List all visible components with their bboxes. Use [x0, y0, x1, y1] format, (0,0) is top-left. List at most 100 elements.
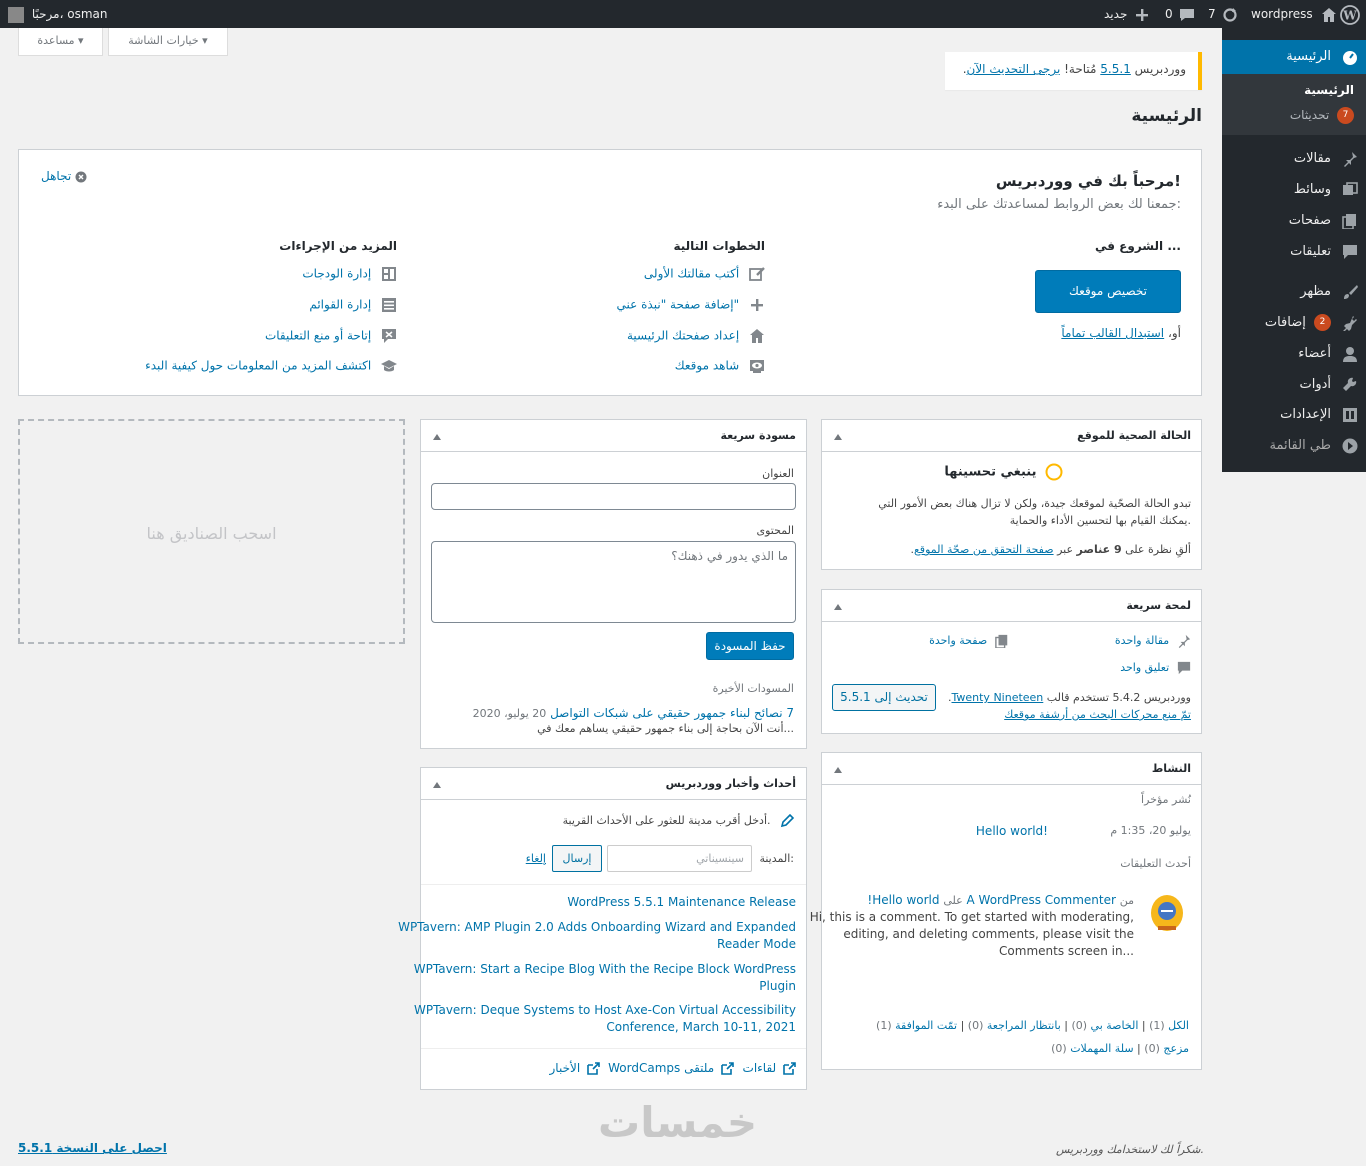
- glance-posts-link[interactable]: مقالة واحدة: [1115, 633, 1191, 648]
- notice-version-link[interactable]: 5.5.1: [1100, 62, 1131, 76]
- toggle-arrow-icon[interactable]: [834, 434, 842, 440]
- menu-tools[interactable]: أدوات: [1222, 368, 1366, 402]
- city-cancel-link[interactable]: إلغاء: [526, 852, 546, 865]
- menu-users[interactable]: أعضاء: [1222, 337, 1366, 371]
- drop-zone[interactable]: اسحب الصناديق هنا: [18, 419, 405, 644]
- news-link[interactable]: WPTavern: Start a Recipe Blog With the R…: [414, 962, 796, 976]
- external-link-icon: [783, 1062, 796, 1075]
- commenter-link[interactable]: A WordPress Commenter: [967, 893, 1116, 907]
- news-link[interactable]: WPTavern: AMP Plugin 2.0 Adds Onboarding…: [398, 920, 796, 934]
- site-name-menu[interactable]: wordpress: [1251, 0, 1337, 28]
- news-external-link[interactable]: الأخبار: [550, 1061, 601, 1075]
- new-content-menu[interactable]: جديد: [1104, 0, 1149, 28]
- filter-pending[interactable]: بانتظار المراجعة: [987, 1019, 1061, 1032]
- comment-excerpt: Comments screen in...: [999, 944, 1134, 958]
- comment-bubble-icon: [1180, 8, 1195, 21]
- filter-count: (0): [1071, 1019, 1088, 1032]
- menu-media[interactable]: وسائط: [1222, 173, 1366, 207]
- filter-all[interactable]: الكل: [1168, 1019, 1189, 1032]
- news-link[interactable]: WPTavern: Deque Systems to Host Axe-Con …: [414, 1003, 796, 1017]
- write-first-post-link[interactable]: أكتب مقالتك الأولى: [644, 266, 765, 282]
- draft-title-input[interactable]: [431, 483, 796, 510]
- avatar: [8, 6, 24, 23]
- manage-menus-link[interactable]: إدارة القوائم: [309, 297, 397, 313]
- toggle-comments-link[interactable]: إتاحة أو منع التعليقات: [265, 328, 397, 344]
- dismiss-link[interactable]: تجاهل: [41, 169, 87, 183]
- draft-content-label: المحتوى: [756, 524, 794, 537]
- pages-icon: [995, 634, 1008, 649]
- toggle-arrow-icon[interactable]: [834, 604, 842, 610]
- events-intro-text: أدخل أقرب مدينة للعثور على الأحداث القري…: [562, 814, 771, 827]
- plus-icon: [1136, 8, 1149, 21]
- menu-label: صفحات: [1288, 213, 1331, 228]
- news-link[interactable]: Reader Mode: [717, 937, 796, 951]
- wrench-icon: [1343, 377, 1357, 391]
- add-about-page-link[interactable]: إضافة صفحة "نبذة عني": [617, 297, 765, 313]
- news-link[interactable]: WordPress 5.5.1 Maintenance Release: [567, 895, 796, 909]
- toggle-arrow-icon[interactable]: [433, 782, 441, 788]
- help-tab[interactable]: مساعدة ▾: [18, 28, 103, 56]
- menu-label: إضافات: [1264, 315, 1306, 330]
- account-menu[interactable]: مرحبًا، osman: [8, 0, 108, 28]
- search-engines-link[interactable]: تمّ منع محركات البحث من أرشفة موقعك: [1004, 708, 1191, 721]
- wordcamps-link[interactable]: WordCamps ملتقى: [608, 1061, 734, 1075]
- city-input[interactable]: سينسيناتي: [607, 845, 752, 872]
- filter-mine[interactable]: الخاصة بي: [1091, 1019, 1139, 1032]
- menu-comments[interactable]: تعليقات: [1222, 235, 1366, 269]
- filter-trash[interactable]: سلة المهملات: [1070, 1042, 1133, 1055]
- menu-posts[interactable]: مقالات: [1222, 142, 1366, 176]
- submenu-home[interactable]: الرئيسية: [1222, 78, 1366, 102]
- comments-menu[interactable]: 0: [1165, 0, 1195, 28]
- learn-more-link[interactable]: اكتشف المزيد من المعلومات حول كيفية البد…: [145, 358, 397, 374]
- replace-theme-link[interactable]: استبدال القالب تماماً: [1061, 326, 1164, 340]
- update-now-link[interactable]: يرجى التحديث الآن: [967, 62, 1061, 76]
- customize-site-button[interactable]: تخصيص موقعك: [1035, 270, 1181, 313]
- comment-meta: من: [1119, 894, 1134, 907]
- admin-sidebar: الرئيسية الرئيسية تحديثات 7 مقالات وسائط…: [1222, 28, 1366, 472]
- theme-link[interactable]: Twenty Nineteen: [951, 691, 1043, 704]
- menu-collapse[interactable]: طي القائمة: [1222, 429, 1366, 463]
- comment-post-link[interactable]: Hello world!: [867, 893, 939, 907]
- site-health-widget: الحالة الصحية للموقع ينبغي تحسينها تبدو …: [821, 419, 1202, 570]
- menu-pages[interactable]: صفحات: [1222, 204, 1366, 238]
- menu-appearance[interactable]: مظهر: [1222, 275, 1366, 309]
- screen-options-tab[interactable]: خيارات الشاشة ▾: [108, 28, 228, 56]
- recently-published-heading: نُشر مؤخراً: [1141, 793, 1191, 806]
- filter-spam[interactable]: مزعج: [1163, 1042, 1189, 1055]
- filter-count: (0): [1144, 1042, 1160, 1055]
- view-site-link[interactable]: شاهد موقعك: [675, 358, 765, 374]
- get-version-link[interactable]: احصل على النسخة 5.5.1: [18, 1141, 167, 1155]
- site-health-page-link[interactable]: صفحة التحقق من صحّة الموقع: [914, 543, 1054, 556]
- link-label: اكتشف المزيد من المعلومات حول كيفية البد…: [145, 358, 372, 373]
- menu-dashboard[interactable]: الرئيسية: [1222, 40, 1366, 74]
- glance-comments-link[interactable]: تعليق واحد: [1120, 660, 1191, 675]
- recent-draft-link[interactable]: 7 نصائح لبناء جمهور حقيقي على شبكات التو…: [550, 706, 794, 720]
- divider: [421, 1048, 806, 1049]
- pencil-icon[interactable]: [780, 813, 795, 828]
- widget-title: أحداث وأخبار ووردبريس: [665, 777, 796, 790]
- update-wordpress-button[interactable]: تحديث إلى 5.5.1: [832, 684, 936, 711]
- news-link[interactable]: Plugin: [759, 979, 796, 993]
- city-submit-button[interactable]: إرسال: [552, 845, 602, 872]
- save-draft-button[interactable]: حفظ المسودة: [706, 632, 794, 660]
- draft-content-textarea[interactable]: ما الذي يدور في ذهنك؟: [431, 541, 796, 623]
- toggle-arrow-icon[interactable]: [433, 434, 441, 440]
- menu-settings[interactable]: الإعدادات: [1222, 398, 1366, 432]
- glance-pages-link[interactable]: صفحة واحدة: [929, 633, 1009, 649]
- news-link[interactable]: Conference, March 10-11, 2021: [606, 1020, 796, 1034]
- wp-logo-menu[interactable]: W: [1340, 0, 1360, 28]
- toggle-arrow-icon[interactable]: [834, 767, 842, 773]
- menu-label: مقالات: [1293, 151, 1331, 166]
- meetups-link[interactable]: لقاءات: [743, 1061, 796, 1075]
- manage-widgets-link[interactable]: إدارة الودجات: [302, 266, 397, 282]
- submenu-updates[interactable]: تحديثات 7: [1222, 103, 1366, 127]
- pages-icon: [1342, 214, 1356, 229]
- setup-homepage-link[interactable]: إعداد صفحتك الرئيسية: [627, 328, 765, 344]
- recent-post-link[interactable]: Hello world!: [976, 824, 1048, 838]
- updates-menu[interactable]: 7: [1208, 0, 1238, 28]
- filter-approved[interactable]: تمّت الموافقة: [895, 1019, 957, 1032]
- menu-plugins[interactable]: إضافات 2: [1222, 306, 1366, 340]
- welcome-subtitle: جمعنا لك بعض الروابط لمساعدتك على البدء:: [937, 197, 1181, 212]
- tab-label: خيارات الشاشة: [128, 34, 199, 47]
- greeting: مرحبًا، osman: [31, 7, 108, 21]
